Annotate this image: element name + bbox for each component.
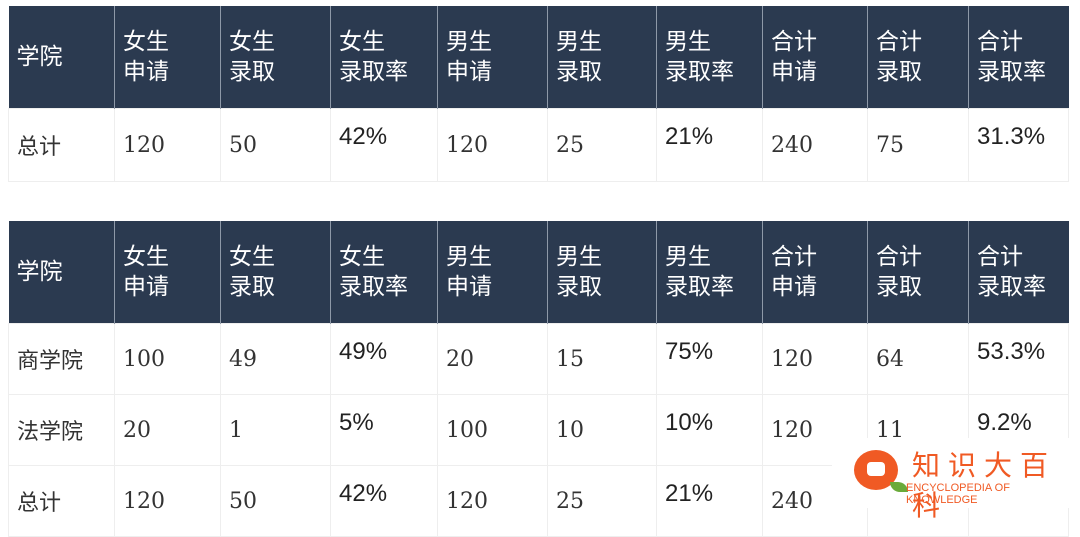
table-cell: 120 <box>437 465 548 537</box>
row-label: 总计 <box>8 465 115 537</box>
table-cell: 75 <box>867 108 969 182</box>
table-cell: 1 <box>220 394 331 466</box>
column-header: 合计 录取 <box>867 221 969 324</box>
table-cell: 21% <box>656 465 763 537</box>
table-cell: 120 <box>762 323 868 395</box>
table-cell: 50 <box>220 465 331 537</box>
column-header: 女生 录取 <box>220 221 331 324</box>
table-cell: 21% <box>656 108 763 182</box>
column-header: 女生 录取 <box>220 6 331 109</box>
table-cell: 15 <box>547 323 657 395</box>
table-row: 总计 120 50 42% 120 25 21% 240 75 31.3% <box>8 108 1069 182</box>
table-cell: 75% <box>656 323 763 395</box>
table-cell: 5% <box>330 394 438 466</box>
table-cell: 120 <box>114 108 221 182</box>
table-cell: 42% <box>330 465 438 537</box>
column-header: 男生 录取率 <box>656 221 763 324</box>
watermark-logo: 知识大百科 ENCYCLOPEDIA OF KNOWLEDGE <box>832 438 1080 522</box>
table-row: 商学院 100 49 49% 20 15 75% 120 64 53.3% <box>8 323 1069 395</box>
table-cell: 50 <box>220 108 331 182</box>
column-header: 女生 申请 <box>114 221 221 324</box>
watermark-en: ENCYCLOPEDIA OF KNOWLEDGE <box>906 482 1010 506</box>
column-header: 男生 申请 <box>437 6 548 109</box>
table-cell: 42% <box>330 108 438 182</box>
row-label: 商学院 <box>8 323 115 395</box>
table-cell: 10% <box>656 394 763 466</box>
table-cell: 53.3% <box>968 323 1069 395</box>
table-cell: 120 <box>114 465 221 537</box>
column-header: 学院 <box>8 221 115 324</box>
table-cell: 31.3% <box>968 108 1069 182</box>
table-cell: 20 <box>437 323 548 395</box>
column-header: 合计 录取 <box>867 6 969 109</box>
column-header: 合计 申请 <box>762 6 868 109</box>
column-header: 男生 录取率 <box>656 6 763 109</box>
table-cell: 120 <box>437 108 548 182</box>
table-cell: 100 <box>114 323 221 395</box>
column-header: 男生 申请 <box>437 221 548 324</box>
column-header: 学院 <box>8 6 115 109</box>
row-label: 总计 <box>8 108 115 182</box>
column-header: 女生 录取率 <box>330 221 438 324</box>
column-header: 女生 申请 <box>114 6 221 109</box>
row-label: 法学院 <box>8 394 115 466</box>
column-header: 合计 录取率 <box>968 221 1069 324</box>
column-header: 合计 申请 <box>762 221 868 324</box>
table-cell: 20 <box>114 394 221 466</box>
table-cell: 25 <box>547 108 657 182</box>
column-header: 男生 录取 <box>547 6 657 109</box>
table-cell: 64 <box>867 323 969 395</box>
column-header: 女生 录取率 <box>330 6 438 109</box>
table-cell: 25 <box>547 465 657 537</box>
column-header: 合计 录取率 <box>968 6 1069 109</box>
table-cell: 49% <box>330 323 438 395</box>
table-cell: 100 <box>437 394 548 466</box>
table-cell: 240 <box>762 108 868 182</box>
table-cell: 49 <box>220 323 331 395</box>
column-header: 男生 录取 <box>547 221 657 324</box>
table-cell: 10 <box>547 394 657 466</box>
summary-table: 学院 女生 申请 女生 录取 女生 录取率 男生 申请 男生 录取 男生 录取率 合计 申请 合计 录取 合计 录取… <box>8 6 1069 182</box>
